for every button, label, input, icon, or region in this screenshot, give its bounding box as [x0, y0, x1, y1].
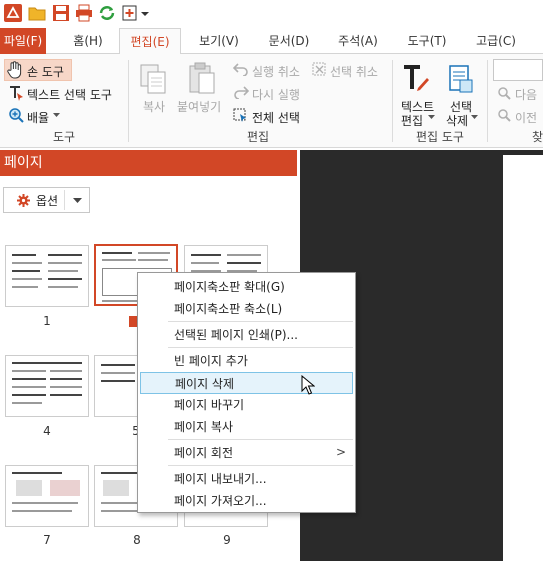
- find-prev-label[interactable]: 이전: [515, 109, 537, 126]
- cancel-select-icon[interactable]: [312, 62, 327, 77]
- tab-tools[interactable]: 도구(T): [397, 28, 457, 54]
- tab-file[interactable]: 파일(F): [0, 28, 46, 54]
- redo-icon[interactable]: [233, 85, 249, 99]
- page-number: 7: [43, 533, 51, 547]
- copy-icon[interactable]: [139, 63, 167, 95]
- submenu-arrow-icon: >: [336, 445, 347, 459]
- menu-item-reduce-thumbnails[interactable]: 페이지축소판 축소(L): [140, 298, 353, 320]
- tab-home[interactable]: 홈(H): [64, 28, 112, 54]
- page-number: 8: [133, 533, 141, 547]
- text-edit-icon[interactable]: [402, 64, 430, 94]
- menu-item-rotate-page[interactable]: 페이지 회전: [140, 442, 353, 464]
- menu-separator: [168, 347, 353, 348]
- find-next-label[interactable]: 다음: [515, 86, 537, 103]
- pages-panel-title: 페이지: [0, 150, 297, 176]
- menu-item-delete-page[interactable]: 페이지 삭제: [140, 372, 353, 394]
- page-number: 9: [223, 533, 231, 547]
- hand-icon[interactable]: [7, 61, 23, 79]
- copy-label[interactable]: 복사: [143, 98, 165, 115]
- cancel-select-label[interactable]: 선택 취소: [330, 63, 378, 80]
- chevron-down-icon[interactable]: [471, 115, 478, 120]
- tab-annotation[interactable]: 주석(A): [328, 28, 388, 54]
- paste-label[interactable]: 붙여넣기: [177, 98, 221, 115]
- tab-edit[interactable]: 편집(E): [119, 28, 181, 55]
- text-select-tool-label[interactable]: 텍스트 선택 도구: [27, 86, 112, 103]
- menu-item-export-page[interactable]: 페이지 내보내기...: [140, 468, 353, 490]
- text-cursor-icon[interactable]: [8, 85, 24, 101]
- text-edit-label-2[interactable]: 편집: [401, 112, 423, 129]
- search-down-icon[interactable]: [497, 86, 513, 101]
- page-thumbnail-4[interactable]: [5, 355, 89, 417]
- menu-separator: [168, 465, 353, 466]
- page-number: 1: [43, 314, 51, 328]
- search-up-icon[interactable]: [497, 108, 513, 123]
- context-menu: 페이지축소판 확대(G) 페이지축소판 축소(L) 선택된 페이지 인쇄(P).…: [137, 272, 356, 513]
- mouse-cursor-icon: [301, 375, 315, 395]
- add-page-icon[interactable]: [121, 4, 139, 22]
- options-button[interactable]: 옵션: [3, 187, 90, 213]
- ribbon-tab-bar: 파일(F) 홈(H) 편집(E) 보기(V) 문서(D) 주석(A) 도구(T)…: [0, 28, 543, 55]
- sync-icon[interactable]: [98, 4, 116, 22]
- menu-separator: [168, 321, 353, 322]
- chevron-down-icon[interactable]: [428, 115, 435, 120]
- chevron-down-icon[interactable]: [73, 198, 82, 204]
- select-all-label[interactable]: 전체 선택: [252, 109, 300, 126]
- tab-view[interactable]: 보기(V): [189, 28, 249, 54]
- save-icon[interactable]: [52, 4, 70, 22]
- tab-advanced[interactable]: 고급(C): [466, 28, 526, 54]
- select-delete-icon[interactable]: [448, 64, 474, 94]
- open-folder-icon[interactable]: [28, 4, 46, 22]
- page-number: 4: [43, 424, 51, 438]
- group-separator: [128, 60, 129, 142]
- print-icon[interactable]: [75, 4, 93, 22]
- menu-item-copy-page[interactable]: 페이지 복사: [140, 416, 353, 438]
- ribbon: 손 도구 텍스트 선택 도구 배율 도구 복사 붙여넣기 실행 취소 다시 실행…: [0, 54, 543, 148]
- group-separator: [487, 60, 488, 142]
- acrobat-logo-icon[interactable]: [4, 4, 22, 22]
- undo-icon[interactable]: [233, 62, 249, 76]
- page-thumbnail-7[interactable]: [5, 465, 89, 527]
- menu-item-enlarge-thumbnails[interactable]: 페이지축소판 확대(G): [140, 276, 353, 298]
- zoom-icon[interactable]: [8, 107, 24, 123]
- select-all-icon[interactable]: [233, 108, 248, 123]
- search-input[interactable]: [493, 59, 543, 81]
- paste-icon[interactable]: [188, 61, 216, 95]
- menu-item-import-page[interactable]: 페이지 가져오기...: [140, 490, 353, 512]
- chevron-down-icon[interactable]: [53, 113, 60, 118]
- group-label-edit: 편집: [247, 130, 270, 144]
- dropdown-icon[interactable]: [140, 4, 150, 22]
- redo-label[interactable]: 다시 실행: [252, 86, 300, 103]
- page-thumbnail-1[interactable]: [5, 245, 89, 307]
- undo-label[interactable]: 실행 취소: [252, 63, 300, 80]
- group-separator: [392, 60, 393, 142]
- hand-tool-label[interactable]: 손 도구: [27, 63, 64, 80]
- quick-access-toolbar: [0, 0, 543, 28]
- menu-separator: [168, 439, 353, 440]
- tab-document[interactable]: 문서(D): [259, 28, 319, 54]
- group-label-tools: 도구: [53, 130, 76, 144]
- menu-item-print-selected[interactable]: 선택된 페이지 인쇄(P)...: [140, 324, 353, 346]
- zoom-label[interactable]: 배율: [27, 109, 49, 126]
- gear-icon: [17, 194, 30, 207]
- select-delete-label-2[interactable]: 삭제: [446, 112, 468, 129]
- document-page[interactable]: [503, 155, 543, 561]
- options-label: 옵션: [36, 194, 59, 208]
- menu-item-add-blank-page[interactable]: 빈 페이지 추가: [140, 350, 353, 372]
- group-label-find: 찾: [532, 130, 543, 144]
- menu-item-replace-page[interactable]: 페이지 바꾸기: [140, 394, 353, 416]
- group-label-edit-tools: 편집 도구: [416, 130, 464, 144]
